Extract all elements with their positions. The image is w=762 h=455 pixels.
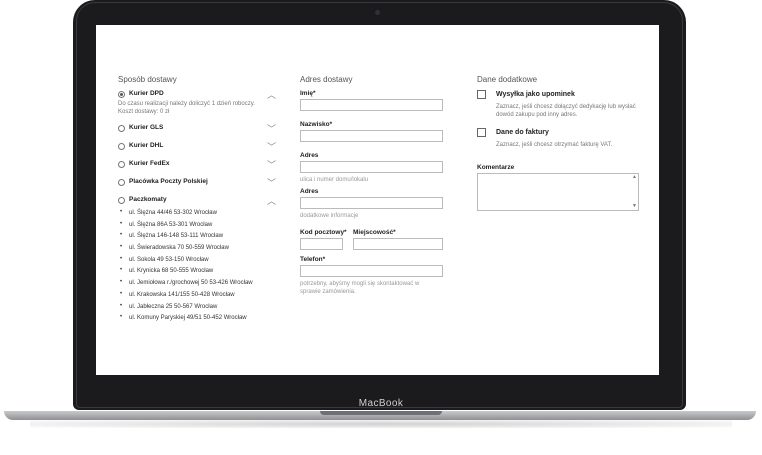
chevron-down-icon[interactable]: ﹀ xyxy=(267,122,276,135)
option-kurier-fedex[interactable]: Kurier FedEx ﹀ xyxy=(118,160,276,178)
radio-icon[interactable] xyxy=(118,179,125,186)
gift-desc: Zaznacz, jeśli chcesz dołączyć dedykację… xyxy=(496,104,636,118)
option-poczta-polska[interactable]: Placówka Poczty Polskiej ﹀ xyxy=(118,178,276,196)
paczkomat-item[interactable]: ul. Ślężna 86A 53-301 Wrocław xyxy=(118,221,276,234)
address-column: Adres dostawy Imię* Nazwisko* Adres ulic… xyxy=(300,75,450,296)
option-label: Kurier DHL xyxy=(129,142,164,149)
screen: Sposób dostawy Kurier DPD ︿ Do czasu rea… xyxy=(96,25,659,375)
option-kurier-dhl[interactable]: Kurier DHL ﹀ xyxy=(118,142,276,160)
device-brand: MacBook xyxy=(358,398,404,409)
paczkomat-item[interactable]: ul. Świeradowska 70 50-559 Wrocław xyxy=(118,244,276,257)
paczkomat-item[interactable]: ul. Krynicka 68 50-555 Wrocław xyxy=(118,267,276,280)
radio-icon[interactable] xyxy=(118,91,125,98)
camera-icon xyxy=(375,10,380,15)
address-title: Adres dostawy xyxy=(300,75,353,84)
gift-title: Wysyłka jako upominek xyxy=(496,91,575,98)
radio-icon[interactable] xyxy=(118,125,125,132)
extra-column: Dane dodatkowe Wysyłka jako upominek Zaz… xyxy=(477,75,647,211)
option-label: Placówka Poczty Polskiej xyxy=(129,178,208,185)
delivery-title: Sposób dostawy xyxy=(118,75,177,84)
postal-group: Kod pocztowy* xyxy=(300,224,347,250)
comment-label: Komentarze xyxy=(477,164,515,171)
delivery-column: Sposób dostawy Kurier DPD ︿ Do czasu rea… xyxy=(118,75,276,327)
chevron-up-icon[interactable]: ︿ xyxy=(267,88,276,101)
chevron-down-icon[interactable]: ﹀ xyxy=(267,140,276,153)
paczkomat-item[interactable]: ul. Krakowska 141/155 50-428 Wrocław xyxy=(118,291,276,304)
radio-icon[interactable] xyxy=(118,143,125,150)
address2-input[interactable] xyxy=(300,197,443,209)
city-group: Miejscowość* xyxy=(353,224,443,250)
comment-textarea[interactable]: ▲ ▼ xyxy=(477,173,639,211)
phone-hint: potrzebny, abyśmy mogli się skontaktować… xyxy=(300,281,420,295)
paczkomat-item[interactable]: ul. Sokola 49 53-150 Wrocław xyxy=(118,256,276,269)
chevron-down-icon[interactable]: ﹀ xyxy=(267,158,276,171)
first-name-label: Imię* xyxy=(300,90,316,97)
extra-title: Dane dodatkowe xyxy=(477,75,538,84)
laptop-shadow xyxy=(30,420,732,428)
paczkomat-item[interactable]: ul. Ślężna 146-148 53-111 Wrocław xyxy=(118,232,276,245)
address1-hint: ulica i numer domu/lokalu xyxy=(300,177,369,183)
scroll-up-icon[interactable]: ▲ xyxy=(632,175,637,180)
paczkomat-item[interactable]: ul. Komuny Paryskiej 49/51 50-452 Wrocła… xyxy=(118,314,276,327)
address1-input[interactable] xyxy=(300,161,443,173)
invoice-desc: Zaznacz, jeśli chcesz otrzymać fakturę V… xyxy=(496,142,613,148)
address2-hint: dodatkowe informacje xyxy=(300,213,359,219)
first-name-input[interactable] xyxy=(300,99,443,111)
option-label: Kurier FedEx xyxy=(129,160,170,167)
address1-label: Adres xyxy=(300,152,319,159)
option-label: Kurier GLS xyxy=(129,124,164,131)
paczkomat-item[interactable]: ul. Jemiołowa r./grochowej 50 53-426 Wro… xyxy=(118,279,276,292)
phone-input[interactable] xyxy=(300,265,443,277)
option-kurier-gls[interactable]: Kurier GLS ﹀ xyxy=(118,124,276,142)
gift-option[interactable]: Wysyłka jako upominek Zaznacz, jeśli chc… xyxy=(477,90,647,120)
option-label: Paczkomaty xyxy=(129,196,167,203)
dpd-note-cost: Koszt dostawy: 0 zł xyxy=(118,109,170,115)
checkbox[interactable] xyxy=(477,128,486,137)
invoice-title: Dane do faktury xyxy=(496,129,549,136)
chevron-down-icon[interactable]: ﹀ xyxy=(267,176,276,189)
paczkomat-item[interactable]: ul. Jabłeczna 25 50-567 Wrocław xyxy=(118,303,276,316)
city-label: Miejscowość* xyxy=(353,229,396,236)
postal-city-row: Kod pocztowy* Miejscowość* xyxy=(300,224,450,250)
scroll-down-icon[interactable]: ▼ xyxy=(632,204,637,209)
postal-label: Kod pocztowy* xyxy=(300,229,347,236)
option-label: Kurier DPD xyxy=(129,90,164,97)
city-input[interactable] xyxy=(353,238,443,250)
scrollbar[interactable]: ▲ ▼ xyxy=(632,175,637,209)
radio-icon[interactable] xyxy=(118,197,125,204)
option-kurier-dpd[interactable]: Kurier DPD ︿ xyxy=(118,90,276,108)
invoice-option[interactable]: Dane do faktury Zaznacz, jeśli chcesz ot… xyxy=(477,128,647,158)
paczkomaty-list: ul. Ślężna 44/46 53-302 Wrocław ul. Ślęż… xyxy=(118,209,276,327)
phone-label: Telefon* xyxy=(300,256,326,263)
last-name-label: Nazwisko* xyxy=(300,121,333,128)
chevron-up-icon[interactable]: ︿ xyxy=(267,194,276,207)
address2-label: Adres xyxy=(300,188,319,195)
paczkomat-item[interactable]: ul. Ślężna 44/46 53-302 Wrocław xyxy=(118,209,276,222)
laptop-notch xyxy=(320,411,442,415)
checkbox[interactable] xyxy=(477,90,486,99)
last-name-input[interactable] xyxy=(300,130,443,142)
radio-icon[interactable] xyxy=(118,161,125,168)
postal-input[interactable] xyxy=(300,238,343,250)
